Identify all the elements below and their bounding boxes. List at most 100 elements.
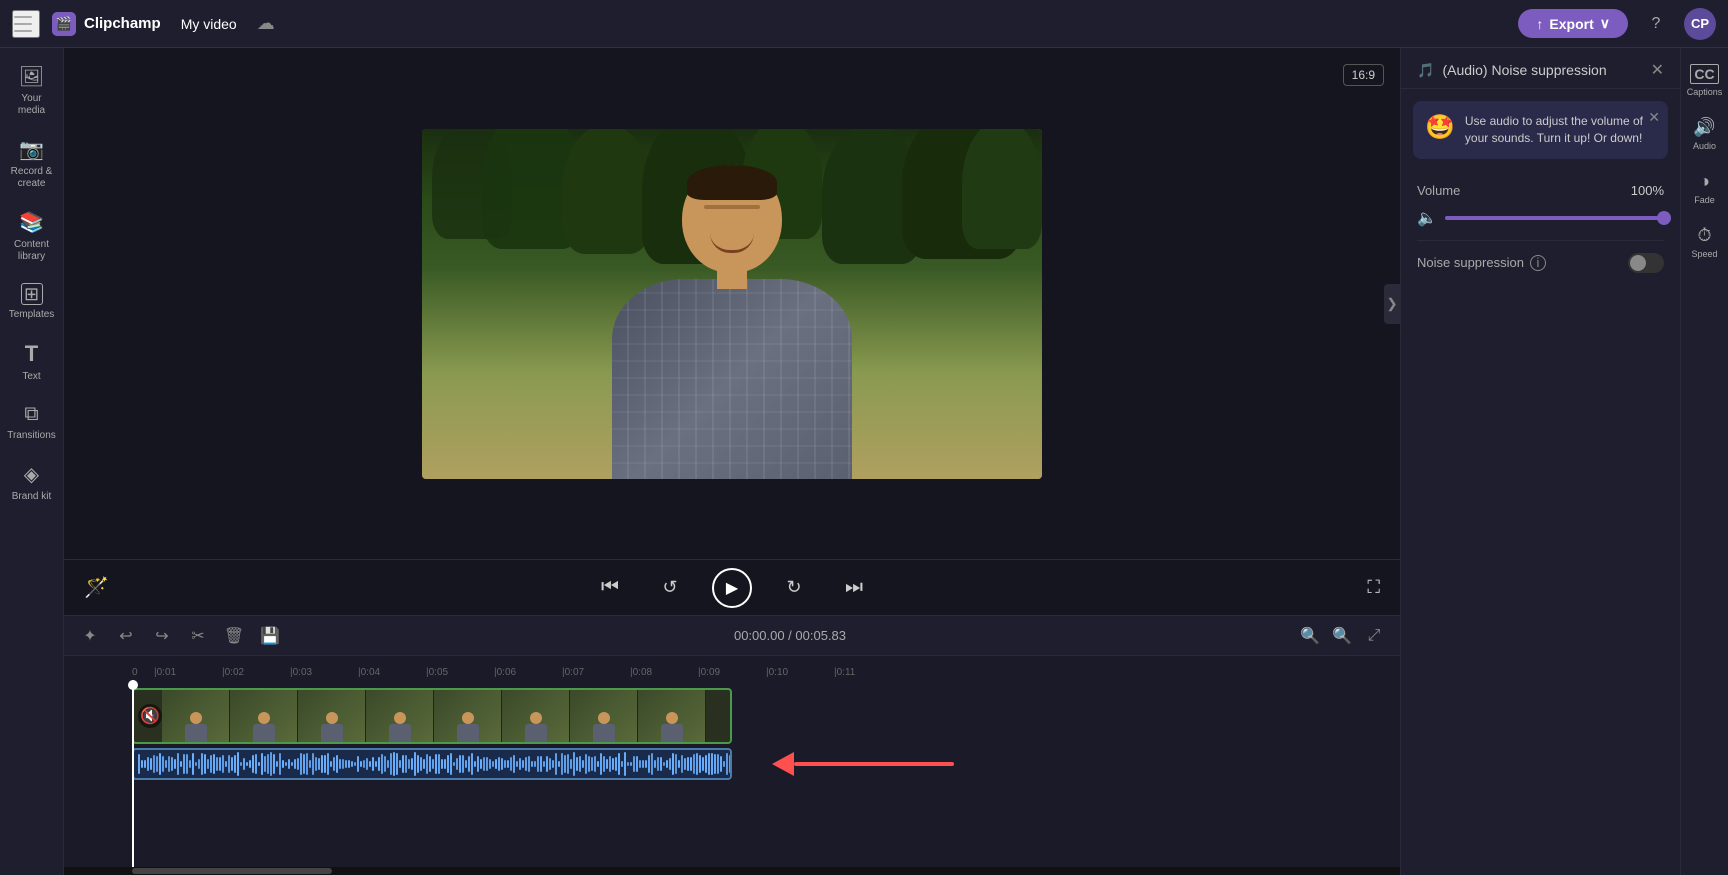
- sidebar-item-label-templates: Templates: [9, 309, 55, 321]
- content-library-icon: 📚: [19, 210, 44, 235]
- panel-header: 🎵 (Audio) Noise suppression ✕: [1401, 48, 1680, 89]
- timeline-ruler: 0 |0:01 |0:02 |0:03 |0:04 |0:05 |0:06 |0…: [64, 656, 1400, 680]
- person-figure: [612, 165, 852, 479]
- sidebar-item-text[interactable]: T Text: [4, 333, 60, 391]
- topbar: 🎬 Clipchamp My video ☁ ↑ Export ∨ ? CP: [0, 0, 1728, 48]
- cut-button[interactable]: ✂: [184, 622, 212, 650]
- your-media-icon: 🖼: [19, 64, 44, 89]
- left-sidebar: 🖼 Your media 📷 Record &create 📚 Contentl…: [0, 48, 64, 875]
- noise-suppression-label: Noise suppression: [1417, 255, 1524, 270]
- noise-suppression-toggle[interactable]: [1628, 253, 1664, 273]
- export-chevron-icon: ∨: [1600, 15, 1610, 32]
- main-layout: 🖼 Your media 📷 Record &create 📚 Contentl…: [0, 48, 1728, 875]
- tooltip-text: Use audio to adjust the volume of your s…: [1465, 113, 1656, 147]
- track-thumb-6: [502, 690, 570, 742]
- help-button[interactable]: ?: [1640, 8, 1672, 40]
- tooltip-close-button[interactable]: ✕: [1648, 109, 1660, 126]
- skip-start-icon: ⏮: [601, 576, 619, 599]
- collapse-right-panel-button[interactable]: ❯: [1384, 284, 1400, 324]
- toggle-knob: [1630, 255, 1646, 271]
- volume-slider-row: 🔈: [1417, 208, 1664, 228]
- app-name: Clipchamp: [84, 15, 161, 32]
- noise-suppression-section: Noise suppression i: [1401, 241, 1680, 295]
- menu-button[interactable]: [12, 10, 40, 38]
- zoom-out-button[interactable]: 🔍: [1296, 622, 1324, 650]
- play-icon: ▶: [726, 578, 738, 598]
- play-button[interactable]: ▶: [712, 568, 752, 608]
- volume-slider-fill: [1445, 216, 1664, 220]
- arrow-head-icon: [772, 752, 794, 776]
- volume-slider-track: [1445, 216, 1664, 220]
- delete-button[interactable]: 🗑: [220, 622, 248, 650]
- audio-track-container: // Will be rendered via JS below: [132, 748, 1400, 780]
- redo-button[interactable]: ↪: [148, 622, 176, 650]
- track-thumb-3: [298, 690, 366, 742]
- panel-title-icon: 🎵: [1417, 62, 1434, 79]
- video-track[interactable]: 🔇: [132, 688, 732, 744]
- audio-tool-button[interactable]: 🔊 Audio: [1685, 109, 1725, 159]
- skip-end-icon: ⏭: [845, 576, 863, 599]
- ruler-marks: 0 |0:01 |0:02 |0:03 |0:04 |0:05 |0:06 |0…: [132, 658, 1332, 678]
- timeline-playhead: [132, 680, 134, 867]
- timeline-area: ✦ ↩ ↪ ✂ 🗑 💾 00:00.00 / 00:05.83 🔍 🔍 ⤢ 0: [64, 615, 1400, 875]
- magic-edit-icon: 🪄: [84, 577, 109, 599]
- forward-icon: ↻: [786, 577, 801, 598]
- captions-button[interactable]: CC Captions: [1685, 56, 1725, 105]
- save-frame-button[interactable]: 💾: [256, 622, 284, 650]
- sidebar-item-label-brand-kit: Brand kit: [12, 491, 51, 503]
- templates-icon: ⊞: [21, 283, 43, 305]
- text-icon: T: [25, 341, 38, 367]
- tooltip-emoji: 🤩: [1425, 113, 1455, 147]
- volume-row: Volume 100%: [1417, 183, 1664, 198]
- sidebar-item-transitions[interactable]: ⧉ Transitions: [4, 395, 60, 450]
- timeline-time-display: 00:00.00 / 00:05.83: [292, 628, 1288, 643]
- volume-label: Volume: [1417, 183, 1460, 198]
- export-button[interactable]: ↑ Export ∨: [1518, 9, 1628, 38]
- skip-to-start-button[interactable]: ⏮: [592, 570, 628, 606]
- sidebar-item-label-record: Record &create: [11, 166, 53, 190]
- magic-timeline-button[interactable]: ✦: [76, 622, 104, 650]
- track-thumb-7: [570, 690, 638, 742]
- sidebar-item-content-library[interactable]: 📚 Contentlibrary: [4, 202, 60, 271]
- video-title-input[interactable]: My video: [173, 12, 245, 36]
- fit-timeline-button[interactable]: ⤢: [1360, 622, 1388, 650]
- user-avatar[interactable]: CP: [1684, 8, 1716, 40]
- speed-button[interactable]: ⏱ Speed: [1685, 217, 1725, 267]
- rewind-button[interactable]: ↺: [652, 570, 688, 606]
- topbar-left: 🎬 Clipchamp My video ☁: [12, 10, 1506, 38]
- zoom-in-button[interactable]: 🔍: [1328, 622, 1356, 650]
- zoom-controls: 🔍 🔍 ⤢: [1296, 622, 1388, 650]
- video-frame: [422, 129, 1042, 479]
- rewind-icon: ↺: [662, 577, 677, 598]
- sidebar-item-brand-kit[interactable]: ◈ Brand kit: [4, 454, 60, 511]
- transitions-icon: ⧉: [24, 403, 38, 426]
- audio-track[interactable]: // Will be rendered via JS below: [132, 748, 732, 780]
- audio-waveform: // Will be rendered via JS below: [134, 750, 730, 778]
- forward-button[interactable]: ↻: [776, 570, 812, 606]
- sidebar-item-your-media[interactable]: 🖼 Your media: [4, 56, 60, 125]
- export-label: Export: [1549, 16, 1593, 32]
- sidebar-item-label-your-media: Your media: [8, 93, 56, 117]
- track-thumb-8: [638, 690, 706, 742]
- panel-close-button[interactable]: ✕: [1651, 60, 1664, 80]
- magic-edit-button[interactable]: 🪄: [84, 575, 109, 600]
- track-thumb-5: [434, 690, 502, 742]
- skip-to-end-button[interactable]: ⏭: [836, 570, 872, 606]
- track-thumb-2: [230, 690, 298, 742]
- fullscreen-icon: ⛶: [1367, 577, 1380, 597]
- aspect-ratio-badge: 16:9: [1343, 64, 1384, 86]
- sidebar-item-templates[interactable]: ⊞ Templates: [4, 275, 60, 329]
- undo-button[interactable]: ↩: [112, 622, 140, 650]
- track-mute-icon[interactable]: 🔇: [138, 704, 162, 728]
- volume-slider-thumb[interactable]: [1657, 211, 1671, 225]
- noise-suppression-info-icon[interactable]: i: [1530, 255, 1546, 271]
- fullscreen-button[interactable]: ⛶: [1367, 577, 1380, 598]
- fade-button[interactable]: ◑ Fade: [1685, 163, 1725, 213]
- video-thumbnail: [422, 129, 1042, 479]
- video-preview: 16:9: [64, 48, 1400, 559]
- export-icon: ↑: [1536, 16, 1543, 32]
- sidebar-item-record[interactable]: 📷 Record &create: [4, 129, 60, 198]
- playhead-handle[interactable]: [128, 680, 138, 690]
- sidebar-item-label-text: Text: [22, 371, 40, 383]
- scroll-thumb[interactable]: [132, 868, 332, 874]
